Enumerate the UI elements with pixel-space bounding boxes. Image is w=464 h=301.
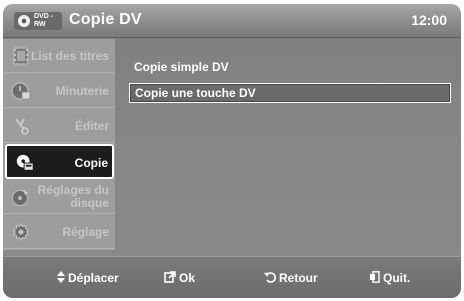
title-bar: DVD -RW Copie DV 12:00 xyxy=(3,4,461,38)
sidebar-item-label: Copie xyxy=(74,155,108,170)
footer-help-bar: Déplacer Ok Retour Quit. xyxy=(3,256,461,298)
disc-type-label: DVD -RW xyxy=(34,13,54,28)
disc-settings-icon xyxy=(11,187,31,207)
film-strip-icon xyxy=(11,46,31,66)
sidebar-item-label: Minuterie xyxy=(55,83,109,98)
osd-screen: DVD -RW Copie DV 12:00 List des titres M… xyxy=(3,4,461,298)
option-one-touch-dv-copy[interactable]: Copie une touche DV xyxy=(129,83,451,103)
up-down-arrows-icon xyxy=(57,271,65,285)
back-label: Retour xyxy=(279,271,318,285)
sidebar-item-label: Réglage xyxy=(62,224,109,239)
clock: 12:00 xyxy=(411,12,447,28)
gear-icon xyxy=(11,222,31,242)
ok-button[interactable]: Ok xyxy=(164,271,195,285)
copy-options-panel: Copie simple DV Copie une touche DV xyxy=(121,39,461,250)
move-hint: Déplacer xyxy=(57,271,119,285)
return-arrow-icon xyxy=(264,271,276,285)
page-title: Copie DV xyxy=(69,11,142,28)
sidebar-item-edit[interactable]: Éditer xyxy=(3,109,115,143)
sidebar-item-label: List des titres xyxy=(30,48,109,63)
timer-icon xyxy=(11,81,31,101)
sidebar-item-disc-settings[interactable]: Réglages du disque xyxy=(3,180,115,214)
sidebar-item-setup[interactable]: Réglage xyxy=(3,215,115,249)
disc-type-badge: DVD -RW xyxy=(14,12,62,30)
sidebar-item-copy[interactable]: Copie xyxy=(5,144,114,179)
back-button[interactable]: Retour xyxy=(264,271,318,285)
quit-label: Quit. xyxy=(383,271,411,285)
enter-icon xyxy=(164,271,176,285)
sidebar-item-label: Éditer xyxy=(74,118,109,133)
move-hint-label: Déplacer xyxy=(68,271,119,285)
osd-frame: DVD -RW Copie DV 12:00 List des titres M… xyxy=(0,0,464,301)
sidebar: List des titres Minuterie Éditer Copie R… xyxy=(3,39,115,250)
sidebar-item-title-list[interactable]: List des titres xyxy=(3,39,115,73)
exit-icon xyxy=(370,271,380,285)
ok-label: Ok xyxy=(179,271,196,285)
sidebar-item-timer[interactable]: Minuterie xyxy=(3,74,115,108)
scissors-icon xyxy=(11,116,31,136)
option-simple-dv-copy[interactable]: Copie simple DV xyxy=(129,58,451,78)
sidebar-item-label: Réglages du disque xyxy=(37,183,109,210)
disc-icon xyxy=(18,15,30,27)
quit-button[interactable]: Quit. xyxy=(370,271,410,285)
